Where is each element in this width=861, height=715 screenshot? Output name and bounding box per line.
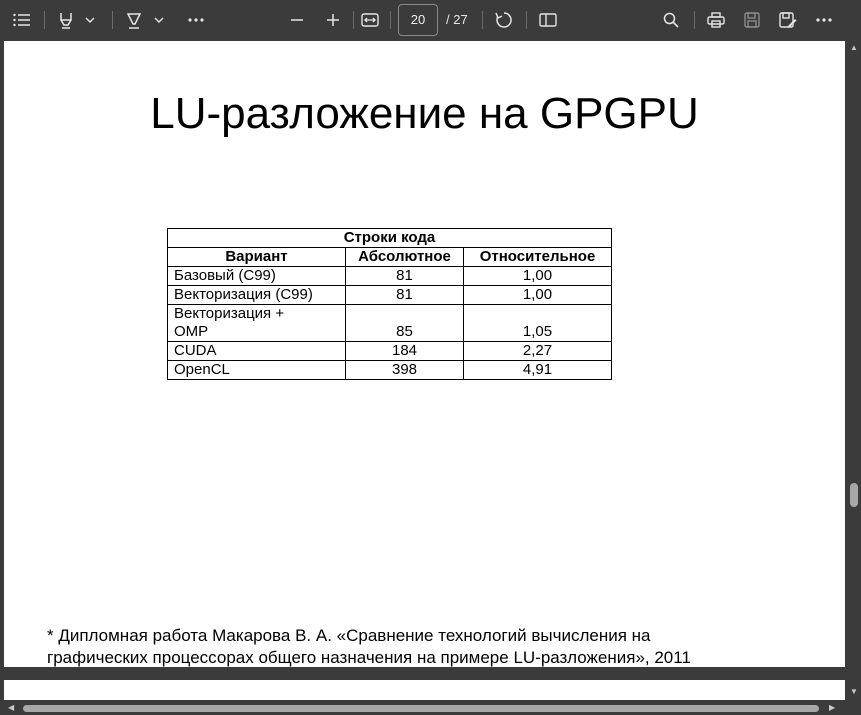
table-cell: 184 xyxy=(345,341,464,361)
search-icon[interactable] xyxy=(659,8,683,32)
toolbar-divider xyxy=(526,11,527,29)
draw-icon[interactable] xyxy=(122,8,146,32)
table-cell: 85 xyxy=(345,304,464,342)
toolbar-divider xyxy=(694,11,695,29)
code-lines-table: Строки кода Вариант Абсолютное Относител… xyxy=(167,228,612,380)
table-cell: 81 xyxy=(345,285,464,305)
vertical-scrollbar[interactable] xyxy=(847,41,861,701)
save-as-icon[interactable] xyxy=(776,8,800,32)
table-group-header: Строки кода xyxy=(167,228,612,248)
pdf-toolbar: 20 / 27 xyxy=(0,0,861,40)
cell-line: OMP xyxy=(174,323,209,340)
column-header: Относительное xyxy=(463,247,612,267)
vertical-scrollbar-thumb[interactable] xyxy=(850,483,858,507)
scroll-up-arrow-icon[interactable]: ▲ xyxy=(850,44,858,52)
highlight-icon[interactable] xyxy=(54,8,78,32)
footnote-line: * Дипломная работа Макарова В. А. «Сравн… xyxy=(47,626,651,645)
table-cell: 1,00 xyxy=(463,266,612,286)
table-row: OpenCL 398 4,91 xyxy=(167,360,612,380)
table-cell: 1,00 xyxy=(463,285,612,305)
table-row: Векторизация (C99) 81 1,00 xyxy=(167,285,612,305)
contents-icon[interactable] xyxy=(10,8,34,32)
table-cell: 1,05 xyxy=(463,304,612,342)
table-cell: Векторизация + OMP xyxy=(167,304,346,342)
zoom-in-icon[interactable] xyxy=(321,8,345,32)
page-view-icon[interactable] xyxy=(536,8,560,32)
table-row: CUDA 184 2,27 xyxy=(167,341,612,361)
table-row: Векторизация + OMP 85 1,05 xyxy=(167,304,612,342)
chevron-down-icon[interactable] xyxy=(151,8,167,32)
scroll-down-arrow-icon[interactable]: ▼ xyxy=(850,688,858,696)
next-pdf-page xyxy=(4,680,845,700)
table-cell: Базовый (C99) xyxy=(167,266,346,286)
table-cell: 81 xyxy=(345,266,464,286)
table-row: Базовый (C99) 81 1,00 xyxy=(167,266,612,286)
toolbar-divider xyxy=(44,11,45,29)
print-icon[interactable] xyxy=(704,8,728,32)
column-header: Абсолютное xyxy=(345,247,464,267)
table-cell: Векторизация (C99) xyxy=(167,285,346,305)
column-header: Вариант xyxy=(167,247,346,267)
page-number-input[interactable]: 20 xyxy=(398,4,438,36)
table-group-header-row: Строки кода xyxy=(167,228,612,248)
fit-page-icon[interactable] xyxy=(358,8,382,32)
more-tools-icon[interactable] xyxy=(184,8,208,32)
rotate-icon[interactable] xyxy=(492,8,516,32)
table-cell: CUDA xyxy=(167,341,346,361)
table-cell: 398 xyxy=(345,360,464,380)
footnote-line: графических процессорах общего назначени… xyxy=(47,648,691,667)
toolbar-divider xyxy=(112,11,113,29)
more-icon[interactable] xyxy=(812,8,836,32)
table-header-row: Вариант Абсолютное Относительное xyxy=(167,247,612,267)
toolbar-divider xyxy=(482,11,483,29)
slide-title: LU-разложение на GPGPU xyxy=(150,89,699,138)
horizontal-scrollbar-thumb[interactable] xyxy=(23,705,819,712)
scroll-right-arrow-icon[interactable]: ▶ xyxy=(829,704,835,712)
table-cell: 4,91 xyxy=(463,360,612,380)
save-icon[interactable] xyxy=(740,8,764,32)
zoom-out-icon[interactable] xyxy=(285,8,309,32)
pdf-page: LU-разложение на GPGPU Строки кода Вариа… xyxy=(4,41,845,667)
scroll-left-arrow-icon[interactable]: ◀ xyxy=(8,704,14,712)
table-cell: 2,27 xyxy=(463,341,612,361)
table-cell: OpenCL xyxy=(167,360,346,380)
footnote: * Дипломная работа Макарова В. А. «Сравн… xyxy=(47,625,837,667)
toolbar-divider xyxy=(390,11,391,29)
chevron-down-icon[interactable] xyxy=(82,8,98,32)
cell-line: Векторизация + xyxy=(174,305,285,322)
page-total: / 27 xyxy=(446,12,468,27)
toolbar-divider xyxy=(353,11,354,29)
